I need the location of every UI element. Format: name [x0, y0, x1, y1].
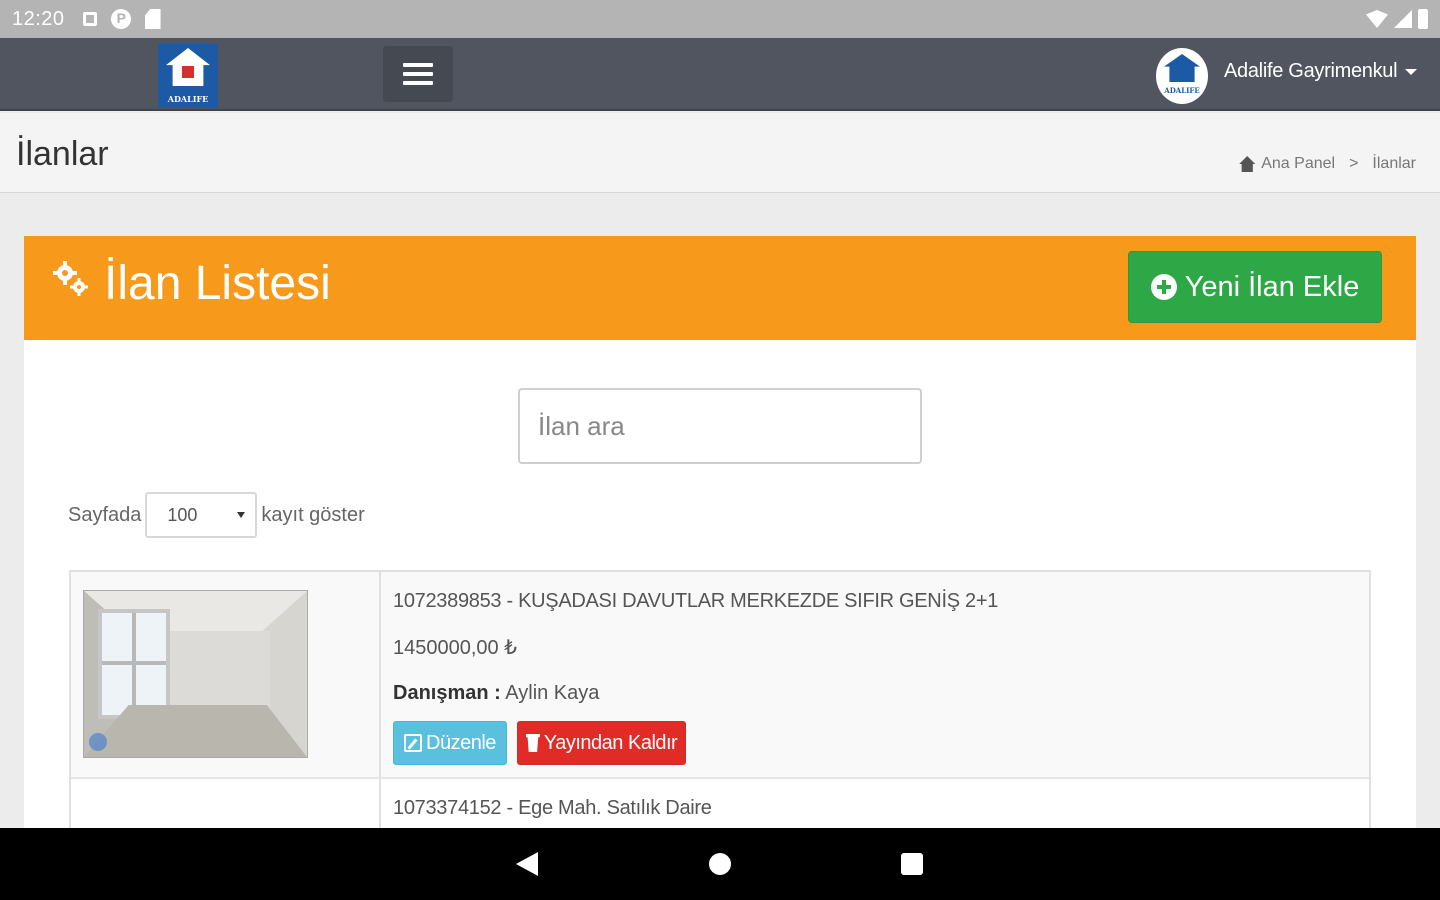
watermark-logo-icon [89, 733, 107, 751]
user-menu-dropdown[interactable]: Adalife Gayrimenkul [1224, 60, 1418, 83]
logo-text: ADALIFE [167, 94, 209, 104]
listing-image-cell [71, 572, 381, 777]
advisor-name: Aylin Kaya [505, 682, 600, 704]
add-listing-label: Yeni İlan Ekle [1184, 270, 1360, 303]
avatar-text: ADALIFE [1164, 86, 1200, 95]
breadcrumb-home-link[interactable]: Ana Panel [1261, 155, 1335, 173]
listings-panel: İlan Listesi Yeni İlan Ekle Sayfada 100 … [24, 236, 1416, 856]
home-icon [1239, 156, 1256, 172]
caret-down-icon [1405, 68, 1418, 75]
signal-icon [1394, 10, 1412, 28]
status-bar: 12:20 [0, 0, 1440, 38]
edit-button[interactable]: Düzenle [393, 721, 507, 765]
listing-actions: Düzenle Yayından Kaldır [393, 721, 1357, 765]
breadcrumb: Ana Panel > İlanlar [1239, 155, 1416, 173]
brand-logo[interactable]: ADALIFE [158, 44, 218, 108]
advisor-label: Danışman : [393, 682, 501, 704]
wifi-icon [1366, 10, 1388, 28]
menu-toggle-button[interactable] [383, 46, 453, 102]
back-icon[interactable] [516, 852, 538, 876]
battery-icon [1418, 9, 1428, 29]
top-navbar: ADALIFE ADALIFE Adalife Gayrimenkul [0, 38, 1440, 111]
listing-advisor: Danışman : Aylin Kaya [393, 682, 1357, 705]
system-nav-bar [0, 828, 1440, 900]
page-header: İlanlar Ana Panel > İlanlar [0, 113, 1440, 193]
breadcrumb-current: İlanlar [1372, 155, 1416, 172]
listing-title[interactable]: 1072389853 - KUŞADASI DAVUTLAR MERKEZDE … [393, 590, 1357, 613]
page-length-suffix: kayıt göster [261, 503, 365, 526]
home-circle-icon[interactable] [709, 853, 731, 875]
page-length-prefix: Sayfada [68, 503, 142, 526]
listing-info-cell: 1072389853 - KUŞADASI DAVUTLAR MERKEZDE … [381, 572, 1369, 777]
trash-icon [525, 734, 540, 752]
house-logo-icon [1164, 54, 1200, 82]
parking-icon [110, 9, 131, 29]
table-row: 1072389853 - KUŞADASI DAVUTLAR MERKEZDE … [71, 572, 1369, 779]
house-logo-icon [166, 48, 210, 86]
breadcrumb-separator: > [1349, 155, 1359, 172]
sd-card-icon [144, 9, 161, 29]
select-arrow-icon [237, 512, 246, 518]
listing-price: 1450000,00 ₺ [393, 637, 517, 659]
page-length-select[interactable]: 100 [145, 492, 258, 538]
listing-table: 1072389853 - KUŞADASI DAVUTLAR MERKEZDE … [69, 570, 1371, 856]
edit-label: Düzenle [426, 731, 496, 754]
page-length-value: 100 [167, 504, 198, 525]
unpublish-button[interactable]: Yayından Kaldır [516, 721, 687, 765]
recent-apps-icon[interactable] [901, 853, 923, 875]
panel-title: İlan Listesi [104, 257, 331, 310]
unpublish-label: Yayından Kaldır [543, 731, 678, 754]
search-input[interactable] [518, 388, 922, 464]
listing-title[interactable]: 1073374152 - Ege Mah. Satılık Daire [393, 797, 1357, 820]
listing-photo[interactable] [83, 590, 308, 758]
user-avatar[interactable]: ADALIFE [1156, 48, 1208, 104]
notification-icon [82, 12, 97, 26]
user-name: Adalife Gayrimenkul [1224, 60, 1398, 82]
plus-circle-icon [1150, 274, 1177, 300]
page-length-control: Sayfada 100 kayıt göster [68, 492, 365, 538]
gears-icon [53, 261, 88, 296]
edit-icon [404, 734, 422, 752]
panel-header: İlan Listesi Yeni İlan Ekle [24, 236, 1416, 340]
add-listing-button[interactable]: Yeni İlan Ekle [1128, 251, 1382, 323]
page-title: İlanlar [16, 135, 109, 173]
status-time: 12:20 [12, 7, 65, 30]
hamburger-icon [403, 63, 433, 67]
